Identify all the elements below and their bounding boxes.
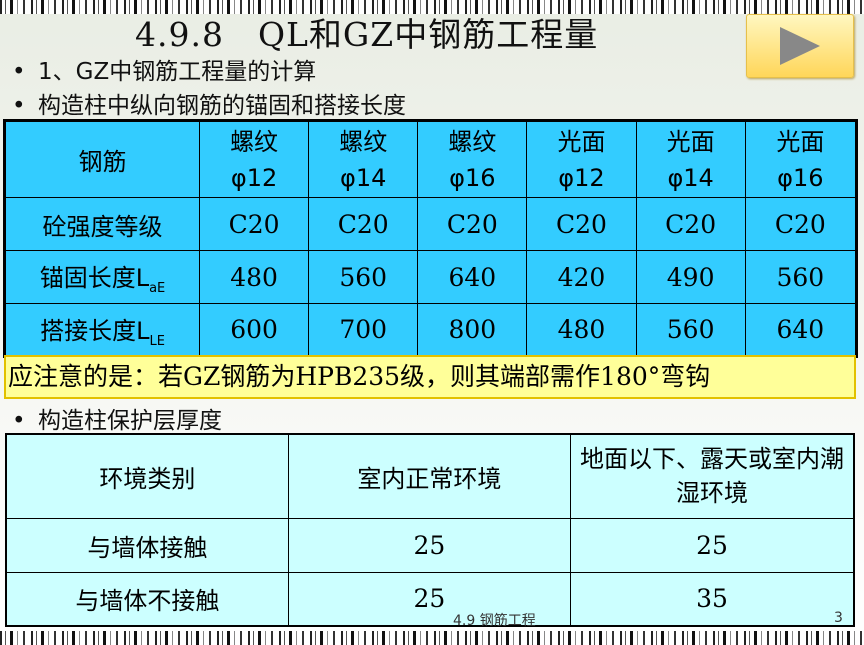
table-header-cell: 光面 φ14 (635, 120, 746, 198)
bullet-item: • 构造柱保护层厚度 (12, 401, 222, 435)
next-slide-button[interactable] (746, 14, 854, 78)
bullet-marker: • (12, 59, 26, 85)
cover-thickness-table: 环境类别 室内正常环境 地面以下、露天或室内潮湿环境 与墙体接触 25 25 与… (5, 433, 855, 627)
table-cell: 560 (308, 250, 419, 304)
table-row: 砼强度等级 C20 C20 C20 C20 C20 C20 (4, 197, 858, 251)
bullet-item: • 1、GZ中钢筋工程量的计算 (12, 52, 316, 86)
note-callout: 应注意的是：若GZ钢筋为HPB235级，则其端部需作180°弯钩 (4, 355, 856, 399)
table-row: 搭接长度LLE 600 700 800 480 560 640 (4, 303, 858, 357)
table-header-cell: 螺纹 φ12 (198, 120, 310, 198)
table-header-cell: 螺纹 φ14 (308, 120, 419, 198)
slide-footer: 4.9 钢筋工程 (453, 613, 536, 629)
table-cell: 420 (526, 250, 637, 304)
row-label-concrete-grade: 砼强度等级 (4, 197, 200, 251)
decorative-bottom-stripe (0, 631, 864, 645)
table-cell: C20 (635, 197, 746, 251)
table-header-cell: 地面以下、露天或室内潮湿环境 (570, 433, 855, 519)
table-cell: 与墙体接触 (5, 517, 289, 573)
table-header-cell: 螺纹 φ16 (417, 120, 528, 198)
table-header-cell: 环境类别 (5, 433, 289, 519)
table-row: 锚固长度LaE 480 560 640 420 490 560 (4, 250, 858, 304)
table-header-cell: 光面 φ12 (526, 120, 637, 198)
table-cell: 25 (570, 517, 855, 573)
row-label-anchorage-length: 锚固长度LaE (4, 250, 200, 304)
table-cell: 560 (635, 303, 746, 357)
table-cell: C20 (526, 197, 637, 251)
table-cell: C20 (744, 197, 858, 251)
table-header-row: 钢筋 螺纹 φ12 螺纹 φ14 螺纹 φ16 光面 φ12 光面 φ14 光面 φ16 (4, 120, 858, 198)
row-label-lap-length: 搭接长度LLE (4, 303, 200, 357)
slide-title: 4.9.8 QL和GZ中钢筋工程量 (135, 15, 599, 54)
table-cell: 480 (526, 303, 637, 357)
play-icon (780, 27, 820, 65)
table-row: 与墙体接触 25 25 (5, 517, 855, 573)
table-header-cell: 室内正常环境 (287, 433, 572, 519)
bullet-marker: • (12, 93, 26, 119)
table-cell: 490 (635, 250, 746, 304)
bullet-text: 构造柱保护层厚度 (38, 408, 222, 434)
page-number: 3 (834, 610, 843, 626)
table-cell: 25 (287, 517, 572, 573)
table-header-row: 环境类别 室内正常环境 地面以下、露天或室内潮湿环境 (5, 433, 855, 519)
bullet-item: • 构造柱中纵向钢筋的锚固和搭接长度 (12, 86, 406, 120)
table-header-cell: 光面 φ16 (744, 120, 858, 198)
table-cell: C20 (198, 197, 310, 251)
bullet-marker: • (12, 408, 26, 434)
table-cell: 640 (417, 250, 528, 304)
rebar-length-table: 钢筋 螺纹 φ12 螺纹 φ14 螺纹 φ16 光面 φ12 光面 φ14 光面 φ16 砼… (3, 119, 858, 358)
table-cell: 640 (744, 303, 858, 357)
table-header-cell: 钢筋 (4, 120, 200, 198)
table-cell: 与墙体不接触 (5, 571, 289, 627)
bullet-text: 构造柱中纵向钢筋的锚固和搭接长度 (38, 93, 406, 119)
table-cell: C20 (308, 197, 419, 251)
table-cell: C20 (417, 197, 528, 251)
table-cell: 700 (308, 303, 419, 357)
table-cell: 35 (570, 571, 855, 627)
table-row: 与墙体不接触 25 35 (5, 571, 855, 627)
table-cell: 560 (744, 250, 858, 304)
bullet-text: 1、GZ中钢筋工程量的计算 (38, 59, 317, 85)
table-cell: 800 (417, 303, 528, 357)
table-cell: 480 (198, 250, 310, 304)
table-cell: 600 (198, 303, 310, 357)
